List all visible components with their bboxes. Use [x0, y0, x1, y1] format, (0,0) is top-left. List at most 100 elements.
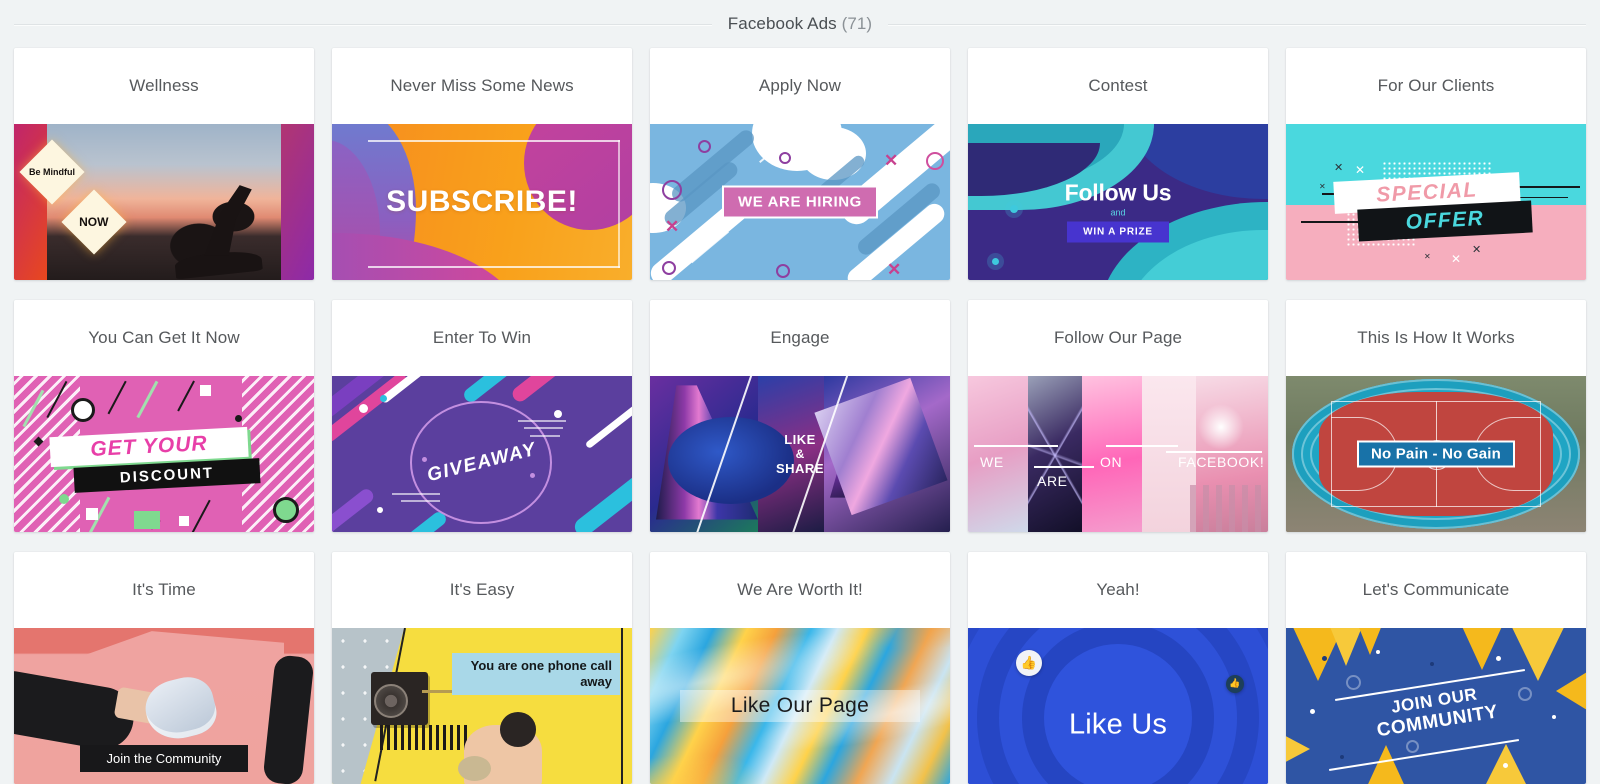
- decorative-square: [86, 507, 98, 520]
- template-card-engage[interactable]: Engage LIKE & SHARE: [650, 300, 950, 532]
- decorative-skyline: [1190, 485, 1268, 532]
- card-thumbnail[interactable]: ✕ ✕ ✕ WE ARE HIRING: [650, 124, 950, 280]
- card-thumbnail[interactable]: No Pain - No Gain: [1286, 376, 1586, 532]
- template-grid: Wellness Be Mindful NOW Never Miss Some …: [0, 48, 1600, 784]
- decorative-blob: [800, 127, 866, 181]
- decorative-bar: [509, 376, 581, 405]
- card-title: Contest: [1088, 76, 1148, 95]
- thumb-text: &: [795, 447, 805, 461]
- decorative-ring: [926, 152, 944, 171]
- decorative-dot: [530, 472, 535, 478]
- thumb-text: Join the Community: [80, 744, 248, 772]
- template-card-enter-to-win[interactable]: Enter To Win GIVEAWAY: [332, 300, 632, 532]
- card-thumbnail[interactable]: Like Our Page: [650, 628, 950, 784]
- thumb-text: Like Us: [1068, 708, 1168, 741]
- thumb-text: ON: [1100, 454, 1123, 470]
- template-card-its-easy[interactable]: It's Easy You are one phone call away: [332, 552, 632, 784]
- card-thumbnail[interactable]: JOIN OUR COMMUNITY: [1286, 628, 1586, 784]
- phone-handset-icon: [458, 755, 491, 781]
- decorative-dot: [377, 507, 383, 514]
- card-thumbnail[interactable]: SUBSCRIBE!: [332, 124, 632, 280]
- card-title: Follow Our Page: [1053, 328, 1183, 347]
- card-title: Engage: [770, 328, 830, 347]
- decorative-dot: [380, 394, 387, 402]
- cross-icon: ✕: [1334, 162, 1344, 175]
- phone-handset-icon: [500, 712, 536, 747]
- header-divider-right: [888, 23, 1586, 26]
- card-thumbnail[interactable]: You are one phone call away: [332, 628, 632, 784]
- card-thumbnail[interactable]: 👍 👍 Like Us: [968, 628, 1268, 784]
- card-thumbnail[interactable]: GIVEAWAY: [332, 376, 632, 532]
- decorative-line: [974, 444, 1058, 447]
- card-title: Wellness: [129, 76, 199, 95]
- decorative-line: [191, 499, 211, 532]
- template-card-we-are-worth-it[interactable]: We Are Worth It! Like Our Page: [650, 552, 950, 784]
- decorative-ring: [273, 496, 299, 523]
- section-title-text: Facebook Ads: [727, 14, 837, 33]
- decorative-line: [530, 435, 560, 438]
- thumb-text: ARE: [1037, 472, 1068, 489]
- cross-icon: ✕: [665, 216, 680, 236]
- card-thumbnail[interactable]: WE ARE ON FACEBOOK!: [968, 376, 1268, 532]
- card-title: Apply Now: [758, 76, 842, 95]
- template-card-this-is-how-it-works[interactable]: This Is How It Works No Pain - No Gain: [1286, 300, 1586, 532]
- thumb-text: No Pain - No Gain: [1356, 440, 1516, 468]
- template-card-contest[interactable]: Contest Follow Us and WIN A PRIZE: [968, 48, 1268, 280]
- thumb-text: WE ARE HIRING: [722, 185, 878, 219]
- decorative-square: [200, 385, 211, 397]
- template-card-its-time[interactable]: It's Time Join the Community: [14, 552, 314, 784]
- thumb-text: You are one phone call away: [452, 652, 620, 696]
- decorative-line: [107, 380, 127, 415]
- card-thumbnail[interactable]: LIKE & SHARE: [650, 376, 950, 532]
- decorative-frame-line: [368, 139, 620, 142]
- header-divider-left: [14, 23, 712, 26]
- decorative-line: [518, 419, 566, 422]
- decorative-square: [179, 515, 189, 526]
- page-title: Facebook Ads (71): [712, 14, 888, 34]
- decorative-frame-line: [368, 265, 620, 268]
- template-card-lets-communicate[interactable]: Let's Communicate JOIN OUR COMMUNITY: [1286, 552, 1586, 784]
- thumb-text: FACEBOOK!: [1178, 454, 1265, 470]
- template-card-for-our-clients[interactable]: For Our Clients ✕ ✕ ✕ ✕ ✕ ✕ SPECIAL OFFE…: [1286, 48, 1586, 280]
- decorative-ring: [776, 264, 790, 279]
- thumb-caption: LIKE & SHARE: [650, 432, 950, 476]
- decorative-geometry: [1028, 388, 1082, 520]
- card-thumbnail[interactable]: ✕ ✕ ✕ ✕ ✕ ✕ SPECIAL OFFER: [1286, 124, 1586, 280]
- card-title: Let's Communicate: [1362, 580, 1510, 599]
- decorative-wave: [332, 233, 524, 280]
- phone-cord: [380, 724, 470, 750]
- yoga-silhouette-icon: [149, 158, 281, 280]
- decorative-ring: [1346, 674, 1361, 690]
- decorative-ring: [1406, 739, 1419, 753]
- template-card-you-can-get-it-now[interactable]: You Can Get It Now GET YOUR DISCOUNT: [14, 300, 314, 532]
- template-card-follow-our-page[interactable]: Follow Our Page WE ARE ON FACEBOOK!: [968, 300, 1268, 532]
- cross-icon: ✕: [884, 151, 899, 171]
- template-card-wellness[interactable]: Wellness Be Mindful NOW: [14, 48, 314, 280]
- card-title: It's Easy: [449, 580, 515, 599]
- template-card-never-miss-some-news[interactable]: Never Miss Some News SUBSCRIBE!: [332, 48, 632, 280]
- card-title: For Our Clients: [1377, 76, 1495, 95]
- card-thumbnail[interactable]: Join the Community: [14, 628, 314, 784]
- thumbs-up-icon: 👍: [1016, 649, 1042, 676]
- template-card-yeah[interactable]: Yeah! 👍 👍 Like Us: [968, 552, 1268, 784]
- decorative-line: [177, 380, 195, 412]
- decorative-triangle: [1460, 628, 1504, 670]
- cross-icon: ✕: [1451, 251, 1462, 266]
- decorative-dot: [59, 493, 69, 504]
- card-thumbnail[interactable]: Be Mindful NOW: [14, 124, 314, 280]
- template-card-apply-now[interactable]: Apply Now ✕ ✕ ✕ WE ARE HIRING: [650, 48, 950, 280]
- thumb-caption: Like Our Page: [680, 690, 920, 722]
- decorative-glow: [1198, 404, 1244, 451]
- card-thumbnail[interactable]: Follow Us and WIN A PRIZE: [968, 124, 1268, 280]
- decorative-ring: [71, 397, 95, 422]
- decorative-line: [136, 380, 159, 418]
- card-title: This Is How It Works: [1357, 328, 1515, 347]
- cross-icon: ✕: [1319, 181, 1326, 191]
- card-thumbnail[interactable]: GET YOUR DISCOUNT: [14, 376, 314, 532]
- cross-icon: ✕: [1472, 243, 1482, 256]
- card-title: It's Time: [132, 580, 196, 599]
- thumb-text: SHARE: [775, 461, 824, 476]
- decorative-square: [134, 510, 160, 529]
- thumb-text: NOW: [79, 214, 109, 229]
- decorative-triangle: [1286, 733, 1310, 766]
